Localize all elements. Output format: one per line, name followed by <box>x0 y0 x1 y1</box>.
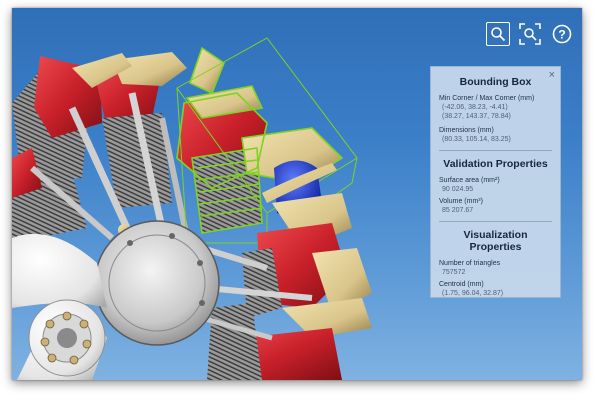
zoom-fit-button[interactable] <box>518 22 542 46</box>
view-toolbar: ? <box>486 22 574 46</box>
bounding-box-title: Bounding Box <box>459 76 532 88</box>
centroid-value: (1.75, 96.04, 32.87) <box>442 290 504 297</box>
volume-label: Volume (mm³) <box>439 198 483 205</box>
triangles-label: Number of triangles <box>439 260 501 267</box>
triangles-value: 757572 <box>442 269 466 276</box>
zoom-extents-icon <box>519 23 541 45</box>
zoom-window-button[interactable] <box>486 22 510 46</box>
min-corner-value: (-42.06, 38.23, -4.41) <box>442 104 508 111</box>
dimensions-label: Dimensions (mm) <box>439 127 494 134</box>
volume-value: 85 207.67 <box>442 207 474 214</box>
surface-area-value: 90 024.95 <box>442 186 474 193</box>
propeller <box>12 233 107 380</box>
dimensions-value: (80.33, 105.14, 83.25) <box>442 136 511 143</box>
max-corner-value: (38.27, 143.37, 78.84) <box>442 113 511 120</box>
visualization-properties-title: Visualization Properties <box>463 229 528 253</box>
close-icon[interactable]: × <box>549 70 555 81</box>
min-max-corner-label: Min Corner / Max Corner (mm) <box>439 95 535 102</box>
surface-area-label: Surface area (mm²) <box>439 177 500 184</box>
centroid-label: Centroid (mm) <box>439 281 484 288</box>
validation-properties-title: Validation Properties <box>443 158 548 170</box>
section-divider <box>439 150 552 151</box>
question-mark-icon: ? <box>552 24 572 44</box>
app-window: ? × Bounding Box Min Corner / Max Corner… <box>12 8 582 380</box>
section-divider <box>439 221 552 222</box>
help-button[interactable]: ? <box>550 22 574 46</box>
svg-text:?: ? <box>558 28 565 42</box>
magnifier-icon <box>491 27 506 42</box>
cylinder-group-left <box>12 52 190 243</box>
properties-panel: × Bounding Box Min Corner / Max Corner (… <box>430 66 561 298</box>
